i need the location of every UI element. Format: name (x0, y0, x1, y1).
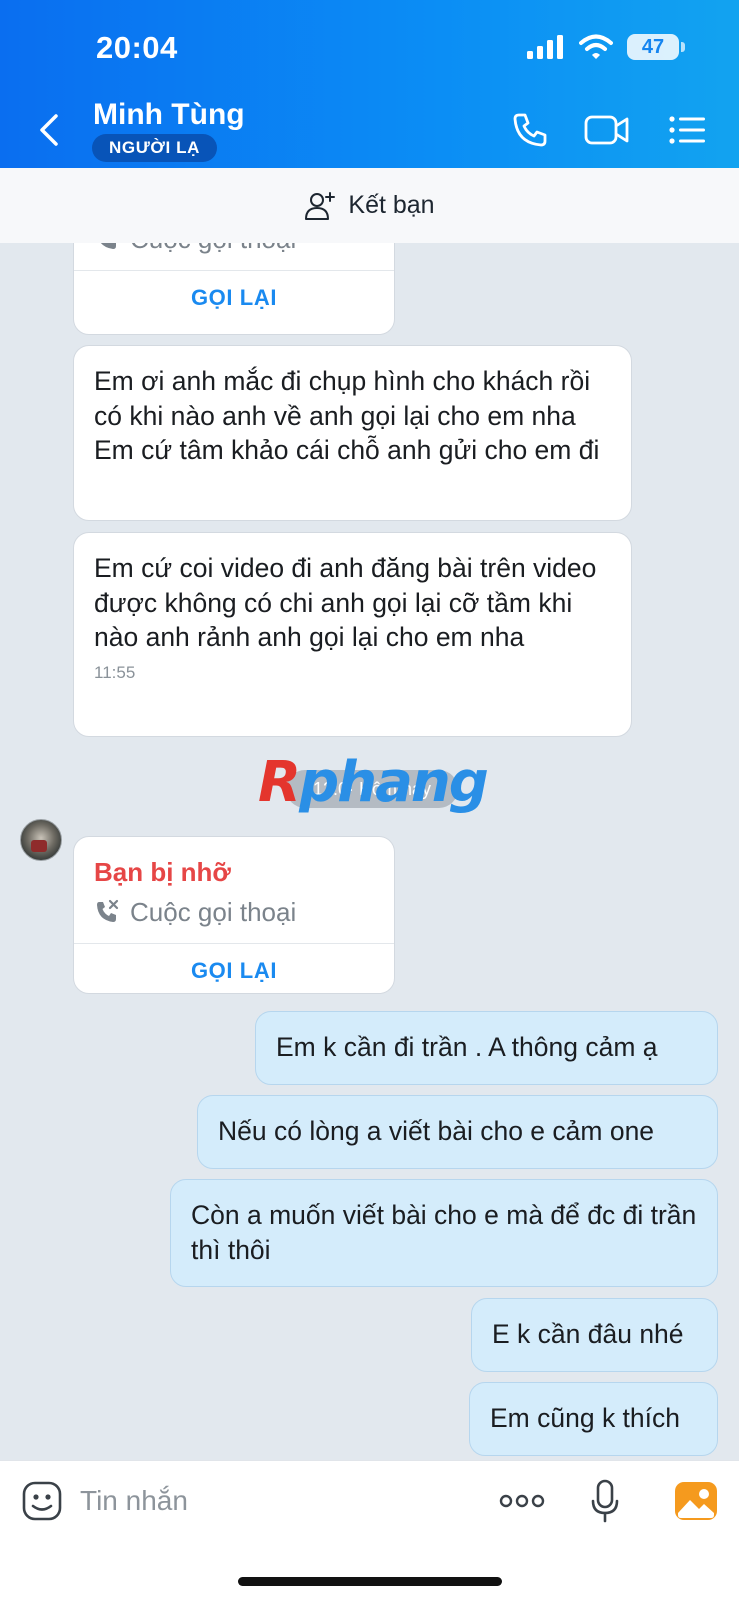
wifi-icon (579, 34, 613, 59)
status-indicators: 47 (527, 34, 685, 60)
home-indicator (238, 1577, 502, 1586)
avatar[interactable] (20, 819, 62, 861)
outgoing-message[interactable]: Nếu có lòng a viết bài cho e cảm one (197, 1095, 718, 1169)
call-type: Cuộc gọi thoại (74, 887, 394, 943)
video-call-icon (584, 115, 629, 145)
outgoing-message[interactable]: E k cần đâu nhé (471, 1298, 718, 1372)
image-icon (675, 1482, 717, 1520)
missed-call-card: Bạn bị nhỡ Cuộc gọi thoại GỌI LẠI (73, 836, 395, 994)
outgoing-message[interactable]: Em cũng k thích (469, 1382, 718, 1456)
incoming-message[interactable]: Em ơi anh mắc đi chụp hình cho khách rồi… (73, 345, 632, 521)
message-list[interactable]: Cuộc gọi thoại GỌI LẠI Em ơi anh mắc đi … (0, 243, 739, 1460)
missed-call-icon (97, 899, 119, 922)
incoming-message[interactable]: Em cứ coi video đi anh đăng bài trên vid… (73, 532, 632, 737)
missed-call-title: Bạn bị nhỡ (94, 857, 231, 887)
more-icon (499, 1494, 545, 1508)
message-text: Còn a muốn viết bài cho e mà để đc đi tr… (191, 1200, 697, 1265)
contact-name[interactable]: Minh Tùng (93, 98, 245, 132)
signal-icon (527, 35, 563, 59)
message-timestamp: 11:55 (94, 662, 136, 682)
back-button[interactable] (30, 108, 70, 152)
call-type-label: Cuộc gọi thoại (130, 897, 297, 927)
sticker-button[interactable] (20, 1479, 64, 1523)
message-input[interactable]: Tin nhắn (80, 1481, 188, 1521)
message-text: Em ơi anh mắc đi chụp hình cho khách rồi… (94, 366, 600, 465)
microphone-icon (591, 1479, 619, 1523)
chat-header: 20:04 47 Minh Tùng NGƯỜI LẠ (0, 0, 739, 168)
call-card: Cuộc gọi thoại GỌI LẠI (73, 243, 395, 335)
menu-list-icon (669, 116, 705, 144)
call-type-label: Cuộc gọi thoại (130, 243, 296, 254)
call-back-button[interactable]: GỌI LẠI (74, 943, 394, 993)
call-back-button[interactable]: GỌI LẠI (74, 270, 394, 324)
more-button[interactable] (498, 1479, 546, 1523)
message-text: Nếu có lòng a viết bài cho e cảm one (218, 1116, 655, 1146)
sticker-icon (22, 1481, 62, 1521)
video-call-button[interactable] (584, 108, 630, 152)
back-icon (40, 114, 58, 146)
status-time: 20:04 (96, 30, 178, 65)
message-text: Em k cần đi trần . A thông cảm ạ (276, 1032, 658, 1062)
phone-icon (513, 113, 547, 147)
add-friend-label: Kết bạn (348, 191, 435, 219)
outgoing-message[interactable]: Còn a muốn viết bài cho e mà để đc đi tr… (170, 1179, 718, 1287)
message-text: Em cứ coi video đi anh đăng bài trên vid… (94, 553, 597, 652)
message-text: Em cũng k thích (490, 1403, 681, 1433)
send-image-button[interactable] (674, 1479, 718, 1523)
message-text: E k cần đâu nhé (492, 1319, 684, 1349)
voice-call-button[interactable] (508, 108, 552, 152)
outgoing-message[interactable]: Em k cần đi trần . A thông cảm ạ (255, 1011, 718, 1085)
add-friend-icon (305, 191, 336, 220)
composer-bar: Tin nhắn (0, 1460, 739, 1600)
call-type: Cuộc gọi thoại (74, 243, 394, 270)
add-friend-bar[interactable]: Kết bạn (0, 168, 739, 243)
stranger-badge: NGƯỜI LẠ (92, 134, 218, 162)
missed-call-icon (100, 243, 116, 249)
battery-indicator: 47 (627, 34, 685, 60)
chat-options-button[interactable] (668, 108, 708, 152)
voice-message-button[interactable] (588, 1479, 622, 1523)
watermark-logo: Rphang (258, 750, 489, 815)
